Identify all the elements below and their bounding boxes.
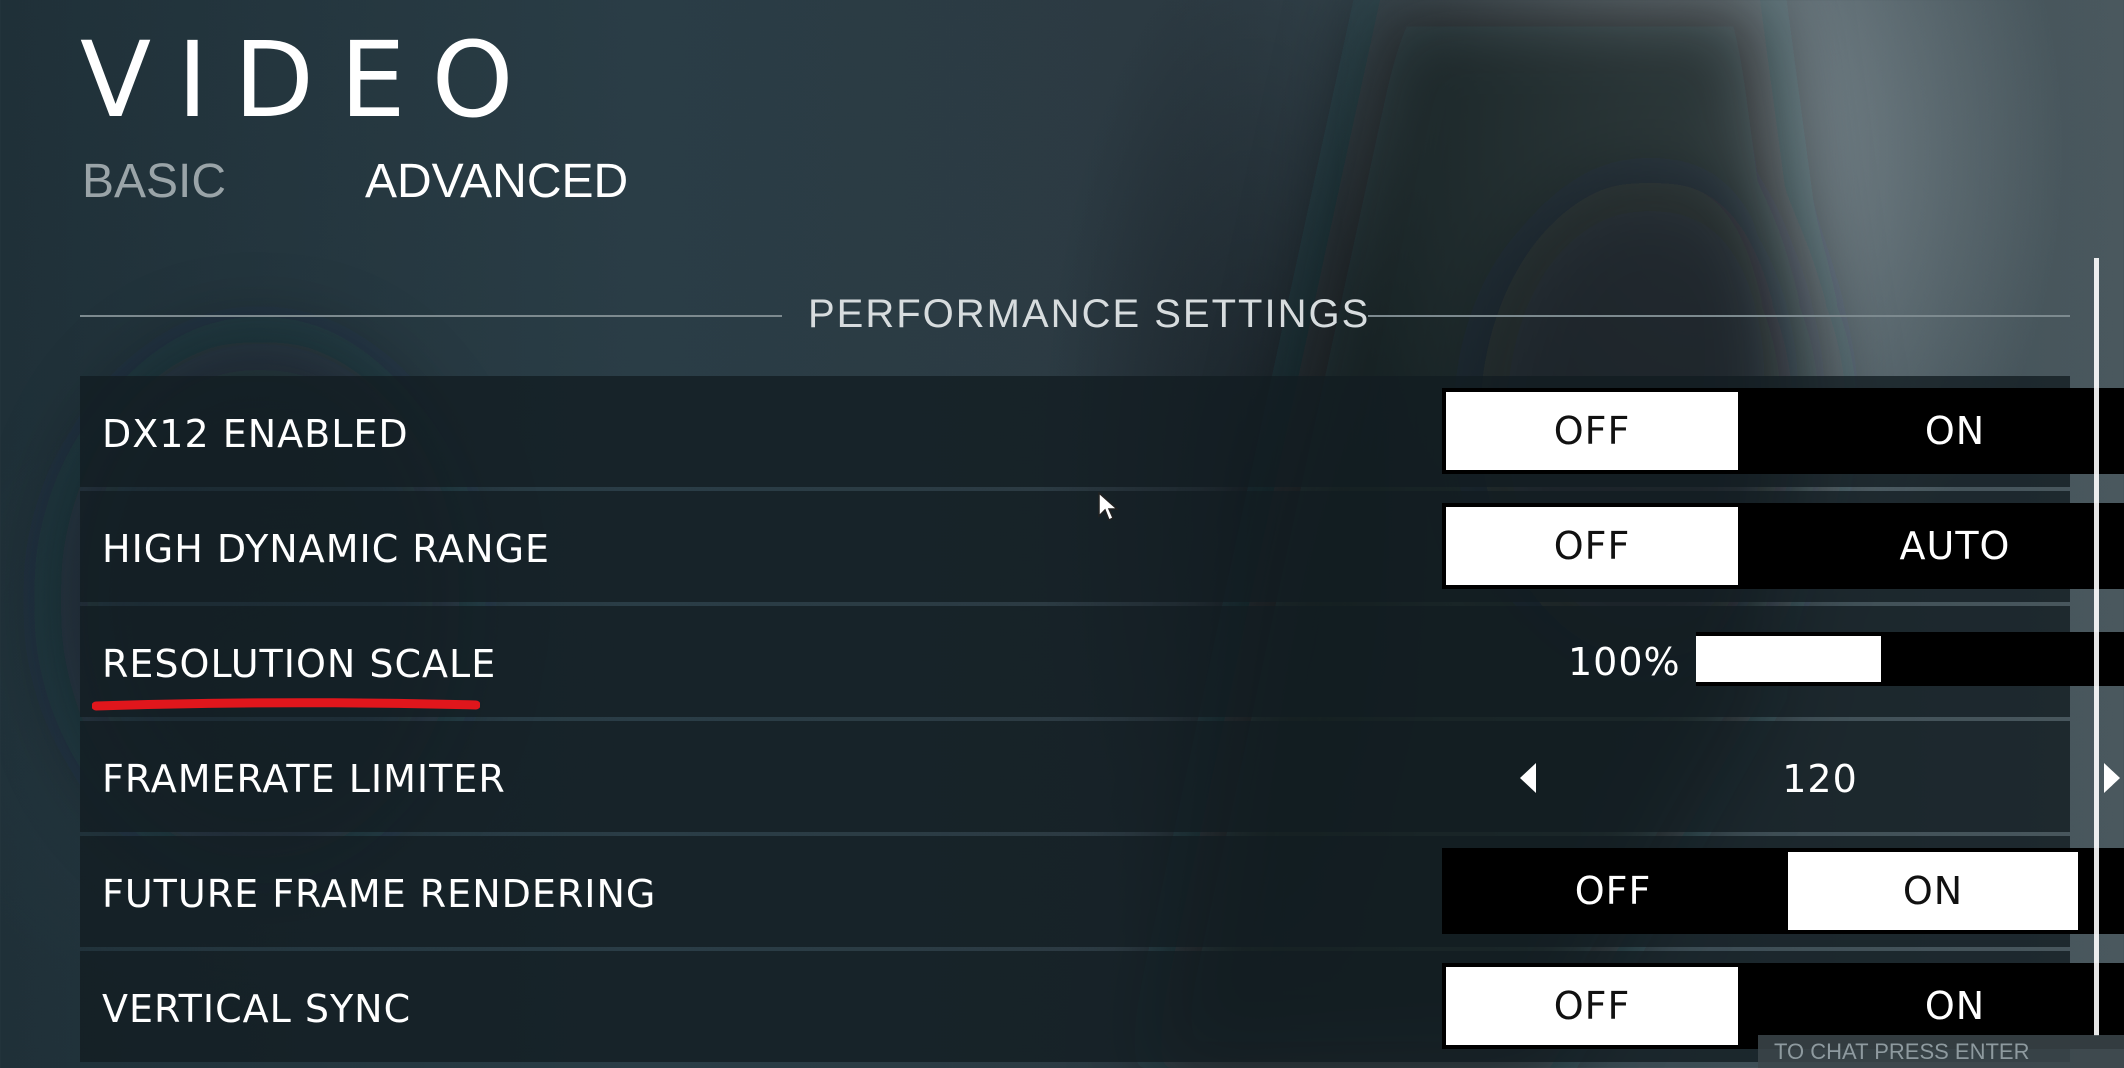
- toggle-option-off[interactable]: OFF: [1446, 967, 1738, 1045]
- mouse-pointer-icon: [1098, 492, 1119, 522]
- setting-row-hdr[interactable]: HIGH DYNAMIC RANGE OFF AUTO: [80, 491, 2124, 602]
- setting-label: RESOLUTION SCALE: [102, 642, 497, 686]
- setting-row-framerate-limiter[interactable]: FRAMERATE LIMITER 120: [80, 721, 2120, 832]
- section-divider-left: [80, 315, 782, 317]
- resolution-scale-slider[interactable]: [1696, 632, 2124, 686]
- framerate-value: 120: [1782, 757, 1858, 801]
- framerate-stepper[interactable]: 120: [1520, 733, 2120, 819]
- arrow-right-icon[interactable]: [2104, 763, 2120, 793]
- setting-row-future-frame-rendering[interactable]: FUTURE FRAME RENDERING OFF ON: [80, 836, 2124, 947]
- slider-fill: [1696, 636, 1881, 682]
- toggle-option-on[interactable]: ON: [1788, 852, 2078, 930]
- dx12-toggle[interactable]: OFF ON: [1442, 388, 2124, 474]
- setting-row-dx12[interactable]: DX12 ENABLED OFF ON: [80, 376, 2124, 487]
- section-header: PERFORMANCE SETTINGS: [80, 290, 2070, 340]
- toggle-option-auto[interactable]: AUTO: [1784, 503, 2124, 589]
- setting-label: FUTURE FRAME RENDERING: [102, 872, 657, 916]
- future-frame-toggle[interactable]: OFF ON: [1442, 848, 2124, 934]
- setting-label: HIGH DYNAMIC RANGE: [102, 527, 551, 571]
- setting-label: FRAMERATE LIMITER: [102, 757, 506, 801]
- setting-label: VERTICAL SYNC: [102, 987, 412, 1031]
- red-underline-annotation: [92, 698, 480, 711]
- resolution-scale-value: 100%: [1568, 640, 1681, 684]
- toggle-option-off[interactable]: OFF: [1446, 392, 1738, 470]
- hdr-toggle[interactable]: OFF AUTO: [1442, 503, 2124, 589]
- setting-label: DX12 ENABLED: [102, 412, 409, 456]
- toggle-option-off[interactable]: OFF: [1442, 848, 1784, 934]
- tab-advanced[interactable]: ADVANCED: [365, 158, 628, 206]
- toggle-option-on[interactable]: ON: [1784, 388, 2124, 474]
- chat-hint: TO CHAT PRESS ENTER: [1758, 1035, 2124, 1068]
- page-title: VIDEO: [80, 19, 540, 141]
- settings-list: DX12 ENABLED OFF ON HIGH DYNAMIC RANGE O…: [80, 376, 2124, 1066]
- section-divider-right: [1368, 315, 2070, 317]
- scrollbar[interactable]: [2094, 258, 2099, 1036]
- section-title: PERFORMANCE SETTINGS: [808, 292, 1371, 336]
- toggle-option-off[interactable]: OFF: [1446, 507, 1738, 585]
- tab-basic[interactable]: BASIC: [82, 158, 226, 206]
